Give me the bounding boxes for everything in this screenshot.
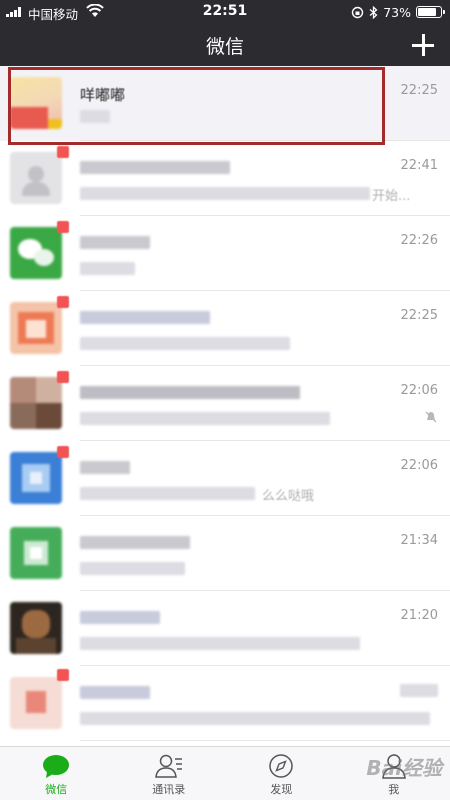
tab-label: 我 bbox=[388, 783, 400, 796]
chat-time: 22:25 bbox=[400, 308, 438, 323]
chat-snippet: 么么哒哦 bbox=[262, 489, 315, 504]
compass-icon bbox=[269, 754, 293, 778]
chat-time: 22:06 bbox=[400, 458, 438, 473]
chat-snippet: 开始... bbox=[372, 189, 411, 204]
avatar bbox=[10, 227, 62, 279]
status-bar: 中国移动 22:51 73% bbox=[0, 0, 450, 24]
page-title: 微信 bbox=[205, 36, 244, 58]
chat-row[interactable]: 21:20 bbox=[0, 591, 450, 666]
mute-bell-icon bbox=[425, 411, 437, 423]
watermark: Bai经验 bbox=[366, 756, 442, 780]
tab-label: 发现 bbox=[270, 783, 293, 796]
orientation-lock-icon bbox=[352, 6, 364, 18]
chat-bubble-icon bbox=[43, 755, 70, 778]
chat-row[interactable]: 22:41 开始... bbox=[0, 141, 450, 216]
unread-badge bbox=[57, 371, 69, 383]
tab-label: 微信 bbox=[45, 783, 68, 796]
battery-icon bbox=[416, 6, 445, 18]
chat-time: 22:25 bbox=[400, 83, 438, 98]
avatar bbox=[10, 452, 62, 504]
unread-badge bbox=[57, 446, 69, 458]
status-right: 73% bbox=[351, 3, 445, 21]
chat-row[interactable]: 22:06 么么哒哦 bbox=[0, 441, 450, 516]
chat-row[interactable] bbox=[0, 666, 450, 741]
unread-badge bbox=[57, 296, 69, 308]
chat-row[interactable]: 21:34 bbox=[0, 516, 450, 591]
avatar bbox=[10, 302, 62, 354]
chat-time: 21:34 bbox=[400, 533, 438, 548]
avatar bbox=[10, 677, 62, 729]
chat-row[interactable]: 22:25 bbox=[0, 291, 450, 366]
unread-badge bbox=[57, 221, 69, 233]
tab-chats[interactable]: 微信 bbox=[0, 747, 113, 800]
tab-label: 通讯录 bbox=[152, 783, 186, 796]
bluetooth-icon bbox=[369, 5, 378, 19]
contacts-icon bbox=[154, 754, 182, 778]
tab-discover[interactable]: 发现 bbox=[225, 747, 338, 800]
avatar bbox=[10, 602, 62, 654]
unread-badge bbox=[57, 669, 69, 681]
battery-percent: 73% bbox=[383, 4, 411, 20]
chat-time: 22:26 bbox=[400, 233, 438, 248]
chat-list: 咩嘟嘟 22:25 22:41 开始... 22:26 22:25 22:06 … bbox=[0, 66, 450, 746]
add-plus-button[interactable] bbox=[412, 34, 434, 56]
avatar bbox=[10, 527, 62, 579]
unread-badge bbox=[57, 146, 69, 158]
avatar bbox=[10, 152, 62, 204]
chat-row[interactable]: 22:06 bbox=[0, 366, 450, 441]
chat-time: 22:06 bbox=[400, 383, 438, 398]
chat-time: 22:41 bbox=[400, 158, 438, 173]
avatar bbox=[10, 377, 62, 429]
chat-row[interactable]: 22:26 bbox=[0, 216, 450, 291]
tab-contacts[interactable]: 通讯录 bbox=[113, 747, 226, 800]
top-bar: 中国移动 22:51 73% 微信 bbox=[0, 0, 450, 66]
chat-time: 21:20 bbox=[400, 608, 438, 623]
highlight-box bbox=[8, 67, 385, 145]
